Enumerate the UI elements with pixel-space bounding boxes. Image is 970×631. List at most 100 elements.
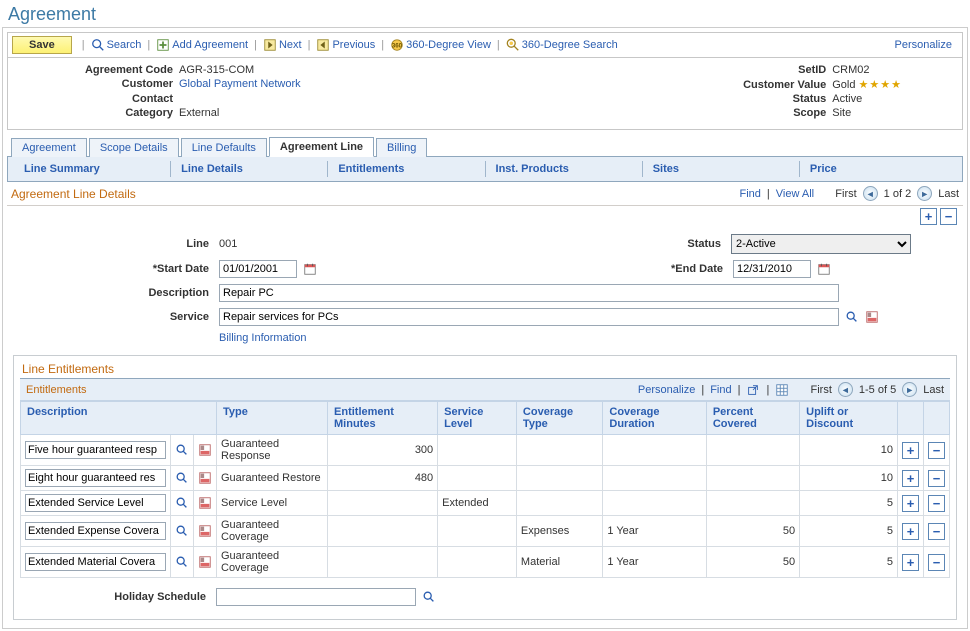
subtab-line-details[interactable]: Line Details <box>170 161 327 177</box>
related-actions-icon[interactable] <box>865 310 879 324</box>
agreement-code-label: Agreement Code <box>18 64 173 76</box>
view-all-link[interactable]: View All <box>776 188 814 200</box>
tab-scope-details[interactable]: Scope Details <box>89 138 179 157</box>
row-add-button[interactable]: + <box>902 523 919 540</box>
entitlements-grid-title: Entitlements <box>26 384 87 396</box>
lookup-icon[interactable] <box>422 590 436 604</box>
col-coverage-duration[interactable]: Coverage Duration <box>603 402 706 435</box>
subtab-inst-products[interactable]: Inst. Products <box>485 161 642 177</box>
col-type[interactable]: Type <box>217 402 328 435</box>
grid-first-label: First <box>811 384 832 396</box>
next-arrow-button[interactable]: ► <box>917 186 932 201</box>
uplift-discount-value: 10 <box>800 466 898 491</box>
customer-link[interactable]: Global Payment Network <box>179 78 301 90</box>
related-actions-icon[interactable] <box>198 496 212 510</box>
percent-covered-value <box>706 491 799 516</box>
grid-prev-arrow-button[interactable]: ◄ <box>838 382 853 397</box>
category-value: External <box>179 107 301 119</box>
entitlements-table: Description Type Entitlement Minutes Ser… <box>20 401 950 578</box>
coverage-duration-value <box>603 491 706 516</box>
row-add-button[interactable]: + <box>902 470 919 487</box>
tab-line-defaults[interactable]: Line Defaults <box>181 138 267 157</box>
lookup-icon[interactable] <box>175 496 189 510</box>
delete-row-button[interactable]: − <box>940 208 957 225</box>
entitlement-description-input[interactable] <box>25 553 166 571</box>
popout-icon[interactable] <box>746 383 760 397</box>
row-add-button[interactable]: + <box>902 495 919 512</box>
personalize-link[interactable]: Personalize <box>889 39 958 51</box>
related-actions-icon[interactable] <box>198 524 212 538</box>
row-delete-button[interactable]: − <box>928 470 945 487</box>
related-actions-icon[interactable] <box>198 555 212 569</box>
col-service-level[interactable]: Service Level <box>438 402 517 435</box>
row-delete-button[interactable]: − <box>928 442 945 459</box>
row-delete-button[interactable]: − <box>928 554 945 571</box>
coverage-type-value <box>516 491 602 516</box>
find-link[interactable]: Find <box>740 188 761 200</box>
add-row-button[interactable]: + <box>920 208 937 225</box>
search-link[interactable]: Search <box>91 38 142 52</box>
lookup-icon[interactable] <box>845 310 859 324</box>
description-input[interactable] <box>219 284 839 302</box>
service-input[interactable] <box>219 308 839 326</box>
entitlement-description-input[interactable] <box>25 441 166 459</box>
360-search-link[interactable]: 360-Degree Search <box>506 38 618 52</box>
row-add-button[interactable]: + <box>902 554 919 571</box>
entitlement-type-value: Service Level <box>217 491 328 516</box>
lookup-icon[interactable] <box>175 524 189 538</box>
col-percent-covered[interactable]: Percent Covered <box>706 402 799 435</box>
subtab-entitlements[interactable]: Entitlements <box>327 161 484 177</box>
grid-find-link[interactable]: Find <box>710 384 731 396</box>
prev-arrow-button[interactable]: ◄ <box>863 186 878 201</box>
360-view-link[interactable]: 360-Degree View <box>390 38 491 52</box>
tab-billing[interactable]: Billing <box>376 138 427 157</box>
entitlement-type-value: Guaranteed Response <box>217 435 328 466</box>
col-coverage-type[interactable]: Coverage Type <box>516 402 602 435</box>
percent-covered-value <box>706 435 799 466</box>
calendar-icon[interactable] <box>303 262 317 276</box>
billing-information-link[interactable]: Billing Information <box>219 332 306 344</box>
entitlement-description-input[interactable] <box>25 469 166 487</box>
coverage-duration-value: 1 Year <box>603 516 706 547</box>
calendar-icon[interactable] <box>817 262 831 276</box>
tab-agreement-line[interactable]: Agreement Line <box>269 137 374 157</box>
lookup-icon[interactable] <box>175 555 189 569</box>
pager-text: 1 of 2 <box>884 188 912 200</box>
add-agreement-link[interactable]: Add Agreement <box>156 38 248 52</box>
next-link[interactable]: Next <box>263 38 302 52</box>
subtab-sites[interactable]: Sites <box>642 161 799 177</box>
col-description[interactable]: Description <box>21 402 217 435</box>
entitlement-description-input[interactable] <box>25 494 166 512</box>
grid-view-icon[interactable] <box>775 383 789 397</box>
row-delete-button[interactable]: − <box>928 495 945 512</box>
lookup-icon[interactable] <box>175 443 189 457</box>
page-title: Agreement <box>2 2 968 27</box>
tab-agreement[interactable]: Agreement <box>11 138 87 157</box>
lookup-icon[interactable] <box>175 471 189 485</box>
subtab-line-summary[interactable]: Line Summary <box>14 161 170 177</box>
start-date-input[interactable] <box>219 260 297 278</box>
customer-value-label: Customer Value <box>671 79 826 91</box>
setid-label: SetID <box>671 64 826 76</box>
related-actions-icon[interactable] <box>198 471 212 485</box>
save-button[interactable]: Save <box>12 36 72 54</box>
grid-personalize-link[interactable]: Personalize <box>638 384 695 396</box>
row-add-button[interactable]: + <box>902 442 919 459</box>
entitlement-description-input[interactable] <box>25 522 166 540</box>
search-label: Search <box>107 39 142 51</box>
grid-next-arrow-button[interactable]: ► <box>902 382 917 397</box>
subtab-price[interactable]: Price <box>799 161 956 177</box>
primary-tabs: Agreement Scope Details Line Defaults Ag… <box>7 136 963 157</box>
related-actions-icon[interactable] <box>198 443 212 457</box>
holiday-schedule-input[interactable] <box>216 588 416 606</box>
col-uplift-discount[interactable]: Uplift or Discount <box>800 402 898 435</box>
line-status-select[interactable]: 2-Active <box>731 234 911 254</box>
previous-link[interactable]: Previous <box>316 38 375 52</box>
service-level-value <box>438 466 517 491</box>
entitlement-minutes-value <box>328 491 438 516</box>
end-date-input[interactable] <box>733 260 811 278</box>
add-icon <box>156 38 170 52</box>
row-delete-button[interactable]: − <box>928 523 945 540</box>
col-ent-minutes[interactable]: Entitlement Minutes <box>328 402 438 435</box>
uplift-discount-value: 10 <box>800 435 898 466</box>
